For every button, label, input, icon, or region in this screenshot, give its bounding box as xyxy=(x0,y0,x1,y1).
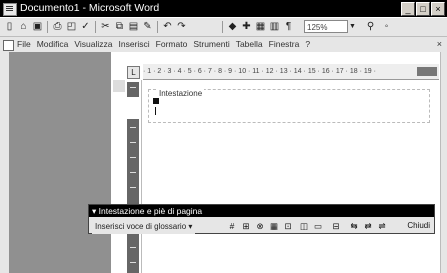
tab-selector[interactable]: L xyxy=(127,66,140,79)
ruler-tick xyxy=(130,142,136,143)
menu-finestra[interactable]: Finestra xyxy=(269,37,300,52)
header-area[interactable]: Intestazione xyxy=(148,89,430,123)
help-icon[interactable]: ⚲ xyxy=(364,20,377,33)
document-page[interactable]: Intestazione xyxy=(141,80,440,273)
ruler-header-segment xyxy=(127,97,139,119)
word-document-icon[interactable] xyxy=(3,3,17,16)
redo-icon[interactable]: ↷ xyxy=(175,20,188,33)
ruler-tick xyxy=(130,187,136,188)
standard-toolbar: ▯ ⌂ ▣ ⎙ ◰ ✓ ✂ ⧉ ▤ ✎ ↶ ↷ ◆ ✚ ▦ ▥ ¶ 125% ▼… xyxy=(0,18,447,37)
open-icon[interactable]: ⌂ xyxy=(17,20,30,33)
ruler-scale: · 1 · 2 · 3 · 4 · 5 · 6 · 7 · 8 · 9 · 10… xyxy=(143,68,376,75)
menu-strumenti[interactable]: Strumenti xyxy=(193,37,229,52)
same-as-previous-icon[interactable]: ⊟ xyxy=(330,220,342,232)
hyperlink-icon[interactable]: ◆ xyxy=(226,20,239,33)
show-hide-icon[interactable]: ¶ xyxy=(282,20,295,33)
menu-file[interactable]: File xyxy=(17,37,31,52)
zoom-select[interactable]: 125% xyxy=(304,20,348,33)
menu-bar: File Modifica Visualizza Inserisci Forma… xyxy=(0,37,447,52)
show-hide-document-text-icon[interactable]: ▭ xyxy=(312,220,324,232)
close-button[interactable]: × xyxy=(431,2,445,16)
ruler-tick xyxy=(130,127,136,128)
ruler-tick xyxy=(130,262,136,263)
vertical-scrollbar[interactable] xyxy=(440,52,447,273)
right-margin-marker[interactable] xyxy=(417,67,437,76)
menu-items: File Modifica Visualizza Inserisci Forma… xyxy=(17,37,310,52)
office-assistant-icon[interactable]: ◦ xyxy=(380,20,393,33)
page-corner xyxy=(113,80,125,92)
copy-icon[interactable]: ⧉ xyxy=(113,20,126,33)
format-painter-icon[interactable]: ✎ xyxy=(141,20,154,33)
show-previous-icon[interactable]: ⇄ xyxy=(362,220,374,232)
chevron-down-icon[interactable]: ▼ xyxy=(349,20,358,33)
minimize-button[interactable]: _ xyxy=(401,2,415,16)
page-setup-icon[interactable]: ◫ xyxy=(298,220,310,232)
toolbar-separator xyxy=(95,21,96,33)
workspace-background xyxy=(0,52,111,273)
menu-formato[interactable]: Formato xyxy=(156,37,188,52)
paragraph-mark xyxy=(153,98,159,104)
toolbar-separator xyxy=(47,21,48,33)
ruler-tick xyxy=(130,172,136,173)
header-label: Intestazione xyxy=(157,89,205,98)
toolbar-separator xyxy=(157,21,158,33)
spelling-icon[interactable]: ✓ xyxy=(79,20,92,33)
menu-modifica[interactable]: Modifica xyxy=(37,37,69,52)
print-icon[interactable]: ⎙ xyxy=(51,20,64,33)
new-document-icon[interactable]: ▯ xyxy=(3,20,16,33)
menu-tabella[interactable]: Tabella xyxy=(236,37,263,52)
page-number-icon[interactable]: # xyxy=(226,220,238,232)
text-cursor xyxy=(155,107,156,115)
tables-borders-icon[interactable]: ✚ xyxy=(240,20,253,33)
window-controls: _ □ × xyxy=(401,2,445,16)
ruler-tick xyxy=(130,157,136,158)
vertical-ruler[interactable] xyxy=(127,82,139,273)
save-icon[interactable]: ▣ xyxy=(31,20,44,33)
toolbar-separator xyxy=(222,21,223,33)
show-next-icon[interactable]: ⇌ xyxy=(376,220,388,232)
menu-help[interactable]: ? xyxy=(305,37,310,52)
columns-icon[interactable]: ▥ xyxy=(268,20,281,33)
header-footer-toolbar-title[interactable]: ▾ Intestazione e piè di pagina xyxy=(89,205,434,217)
horizontal-ruler[interactable]: · 1 · 2 · 3 · 4 · 5 · 6 · 7 · 8 · 9 · 10… xyxy=(143,64,439,80)
paste-icon[interactable]: ▤ xyxy=(127,20,140,33)
print-preview-icon[interactable]: ◰ xyxy=(65,20,78,33)
insert-table-icon[interactable]: ▦ xyxy=(254,20,267,33)
number-of-pages-icon[interactable]: ⊞ xyxy=(240,220,252,232)
cut-icon[interactable]: ✂ xyxy=(99,20,112,33)
header-footer-toolbar: ▾ Intestazione e piè di pagina Inserisci… xyxy=(88,204,435,234)
document-icon[interactable] xyxy=(3,40,14,51)
document-close-button[interactable]: × xyxy=(437,37,442,52)
insert-date-icon[interactable]: ▦ xyxy=(268,220,280,232)
insert-autotext-dropdown[interactable]: Inserisci voce di glossario ▾ xyxy=(92,220,196,234)
close-header-footer-button[interactable]: Chiudi xyxy=(407,220,430,232)
left-strip xyxy=(0,52,9,273)
menu-visualizza[interactable]: Visualizza xyxy=(74,37,112,52)
window-title: Documento1 - Microsoft Word xyxy=(20,2,160,14)
format-page-number-icon[interactable]: ⊗ xyxy=(254,220,266,232)
menu-inserisci[interactable]: Inserisci xyxy=(118,37,149,52)
insert-time-icon[interactable]: ⊡ xyxy=(282,220,294,232)
ruler-tick xyxy=(130,87,136,88)
switch-header-footer-icon[interactable]: ⇆ xyxy=(348,220,360,232)
ruler-tick xyxy=(130,247,136,248)
undo-icon[interactable]: ↶ xyxy=(161,20,174,33)
title-bar: Documento1 - Microsoft Word _ □ × xyxy=(0,0,447,17)
maximize-button[interactable]: □ xyxy=(416,2,430,16)
